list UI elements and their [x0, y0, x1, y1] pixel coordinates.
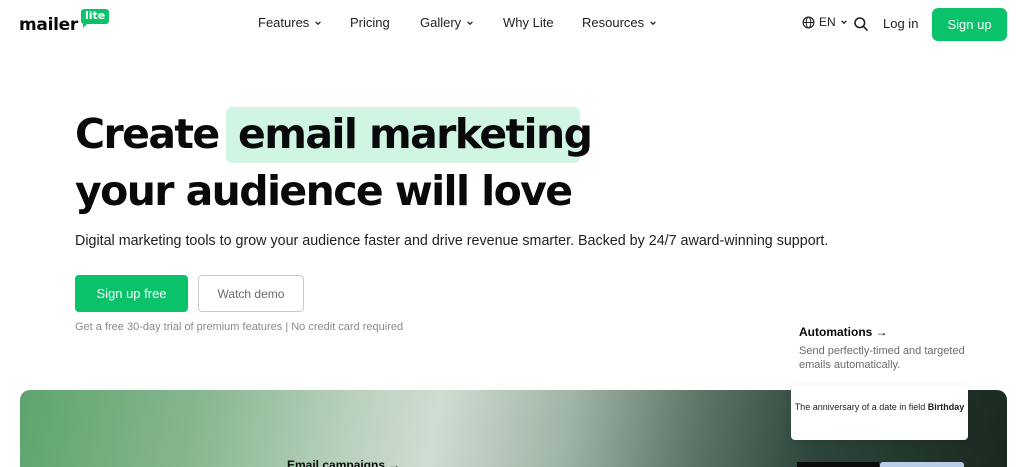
email-campaigns-link[interactable]: Email campaigns →: [287, 458, 400, 467]
preview-panel-blue: [880, 462, 964, 467]
nav-item-label: Why Lite: [503, 15, 554, 30]
search-icon[interactable]: [853, 16, 869, 32]
nav-item-gallery[interactable]: Gallery: [420, 15, 474, 30]
language-label: EN: [819, 15, 836, 29]
chevron-down-icon: [650, 20, 656, 25]
nav-item-why-lite[interactable]: Why Lite: [503, 15, 554, 30]
chevron-down-icon: [467, 20, 474, 25]
trial-note: Get a free 30-day trial of premium featu…: [75, 321, 404, 333]
nav-item-label: Gallery: [420, 15, 462, 30]
trigger-card-field: Birthday: [927, 402, 965, 412]
nav-item-label: Features: [258, 15, 310, 30]
nav-item-pricing[interactable]: Pricing: [350, 15, 390, 30]
watch-demo-button[interactable]: Watch demo: [198, 275, 304, 312]
nav-item-resources[interactable]: Resources: [582, 15, 657, 30]
headline-line2: your audience will love: [75, 167, 573, 215]
hero-subtitle: Digital marketing tools to grow your aud…: [75, 233, 829, 249]
nav-item-label: Pricing: [350, 15, 390, 30]
trigger-card-text: The anniversary of a date in field: [794, 402, 926, 412]
automation-trigger-card: The anniversary of a date in field Birth…: [791, 386, 968, 440]
automations-description: Send perfectly-timed and targeted emails…: [799, 345, 965, 371]
top-navigation: mailer lite Features Pricing Gallery Why…: [0, 0, 1024, 48]
chevron-down-icon: [840, 20, 847, 25]
language-selector[interactable]: EN: [802, 15, 848, 29]
login-link[interactable]: Log in: [883, 16, 918, 31]
signup-button[interactable]: Sign up: [932, 8, 1007, 41]
headline-highlight-text: email marketing: [238, 110, 593, 158]
globe-icon: [802, 16, 815, 28]
automations-link[interactable]: Automations →: [799, 325, 888, 339]
signup-free-button[interactable]: Sign up free: [75, 275, 188, 312]
preview-panel-dark: [797, 462, 879, 467]
nav-item-label: Resources: [582, 15, 645, 30]
main-menu: Features Pricing Gallery Why Lite Resour…: [0, 15, 1024, 33]
nav-item-features[interactable]: Features: [258, 15, 322, 30]
chevron-down-icon: [315, 20, 322, 25]
headline-part1: Create: [75, 110, 220, 158]
